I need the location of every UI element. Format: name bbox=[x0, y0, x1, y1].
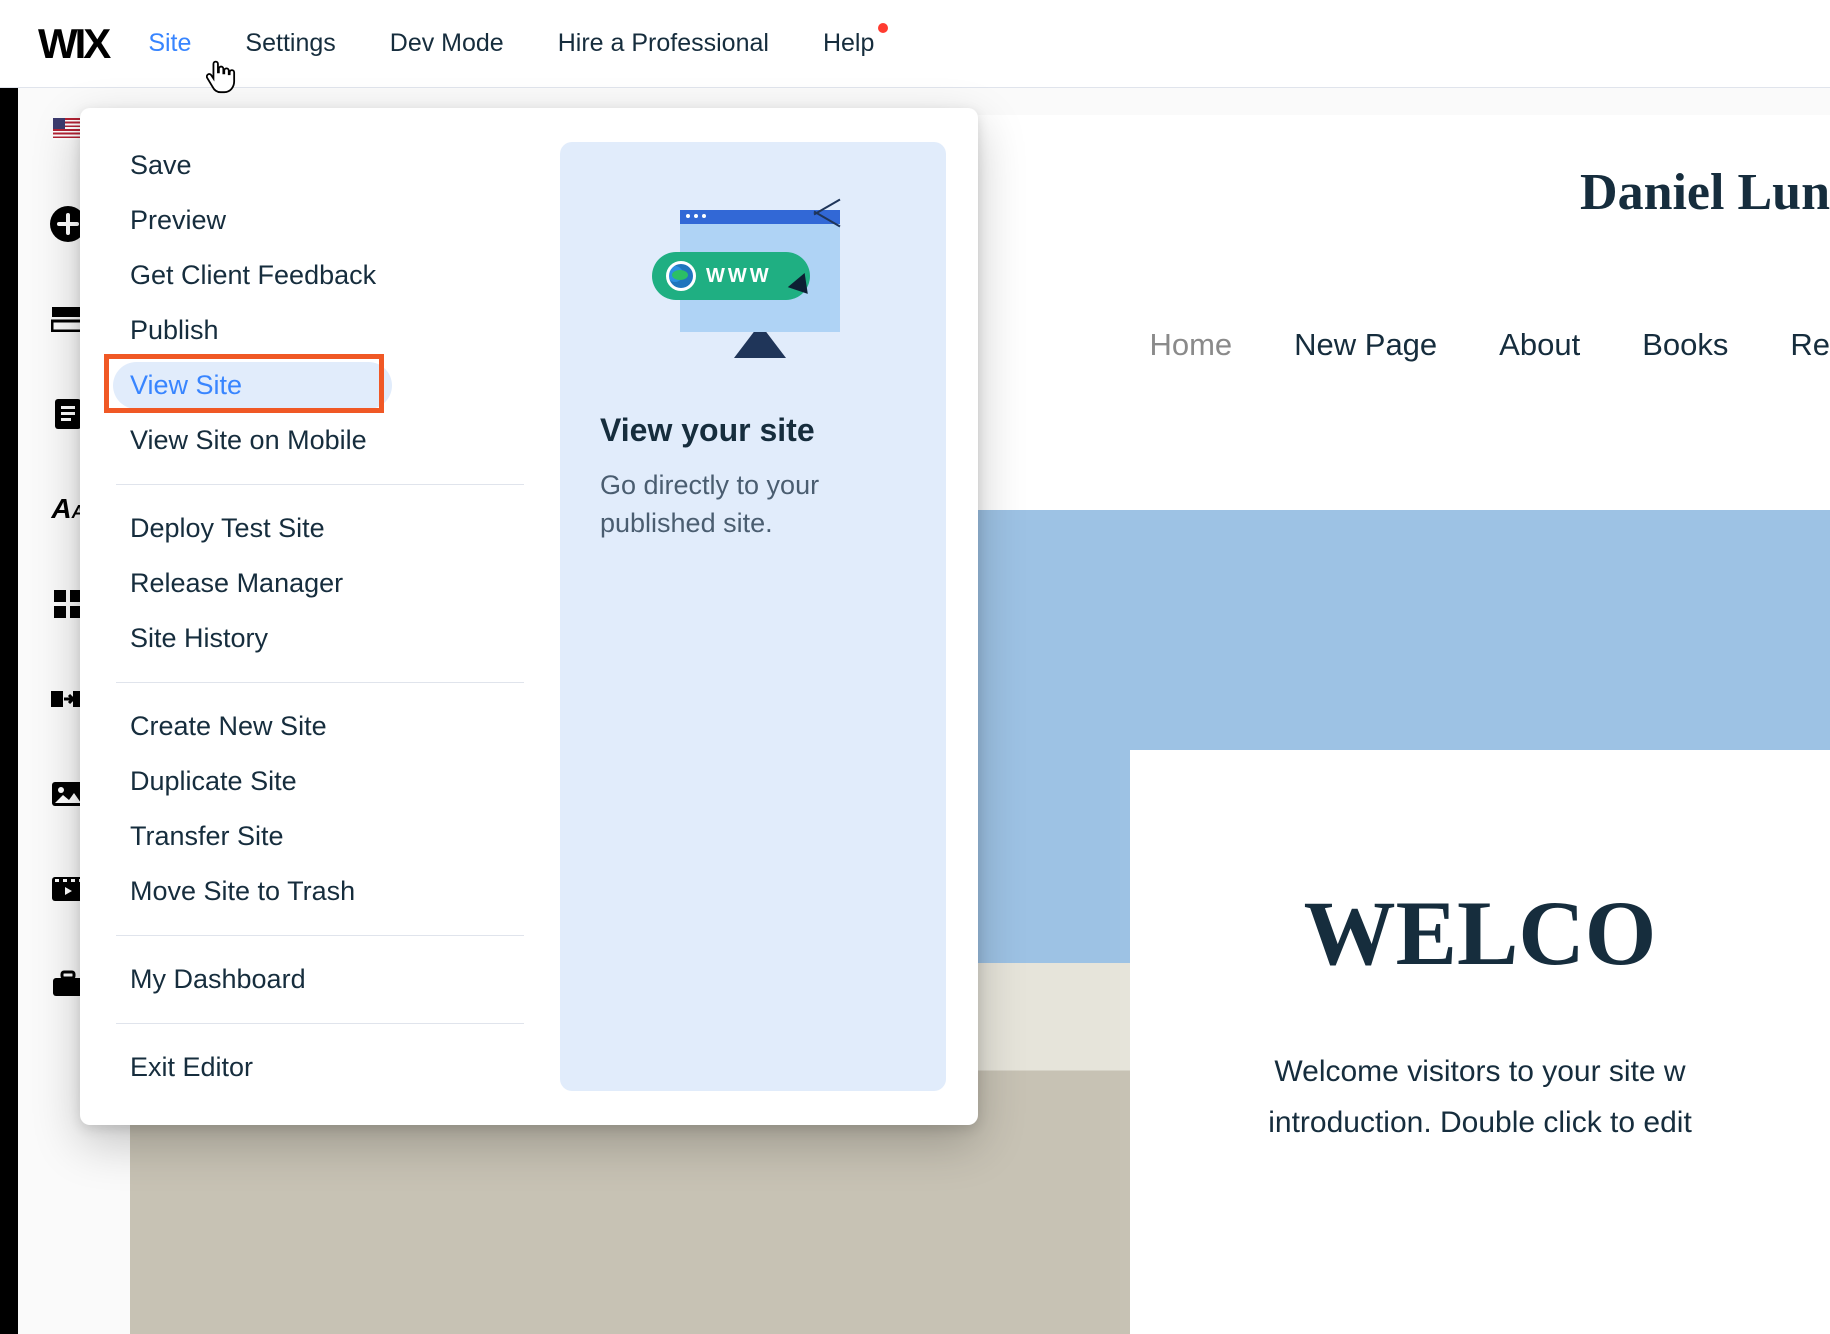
info-title: View your site bbox=[600, 412, 906, 449]
info-desc: Go directly to your published site. bbox=[600, 467, 906, 543]
menu-release-manager[interactable]: Release Manager bbox=[80, 556, 560, 611]
welcome-card[interactable]: WELCO Welcome visitors to your site w in… bbox=[1130, 750, 1830, 1334]
topnav-help-label: Help bbox=[823, 29, 874, 57]
menu-create-new[interactable]: Create New Site bbox=[80, 699, 560, 754]
topnav-devmode[interactable]: Dev Mode bbox=[390, 29, 504, 58]
menu-duplicate[interactable]: Duplicate Site bbox=[80, 754, 560, 809]
welcome-line2: introduction. Double click to edit bbox=[1190, 1097, 1770, 1148]
menu-publish[interactable]: Publish bbox=[80, 303, 560, 358]
menu-transfer[interactable]: Transfer Site bbox=[80, 809, 560, 864]
menu-deploy-test[interactable]: Deploy Test Site bbox=[80, 501, 560, 556]
wix-logo[interactable]: WIX bbox=[38, 20, 108, 68]
menu-get-feedback[interactable]: Get Client Feedback bbox=[80, 248, 560, 303]
site-title[interactable]: Daniel Lun bbox=[1580, 163, 1830, 222]
menu-divider bbox=[116, 484, 524, 485]
menu-divider bbox=[116, 1023, 524, 1024]
top-nav: Site Settings Dev Mode Hire a Profession… bbox=[148, 29, 874, 58]
menu-trash[interactable]: Move Site to Trash bbox=[80, 864, 560, 919]
welcome-line1: Welcome visitors to your site w bbox=[1190, 1046, 1770, 1097]
menu-view-site[interactable]: View Site bbox=[80, 358, 560, 413]
tutorial-highlight bbox=[104, 354, 384, 413]
site-nav-about[interactable]: About bbox=[1499, 327, 1580, 363]
notification-dot-icon bbox=[878, 23, 888, 33]
monitor-illustration: WWW bbox=[648, 192, 858, 362]
menu-save[interactable]: Save bbox=[80, 138, 560, 193]
menu-exit-editor[interactable]: Exit Editor bbox=[80, 1040, 560, 1095]
menu-info-panel: WWW View your site Go directly to your p… bbox=[560, 142, 946, 1091]
menu-site-history[interactable]: Site History bbox=[80, 611, 560, 666]
topnav-site[interactable]: Site bbox=[148, 29, 191, 58]
globe-icon bbox=[666, 261, 696, 291]
menu-divider bbox=[116, 682, 524, 683]
site-nav-re[interactable]: Re bbox=[1790, 327, 1830, 363]
menu-preview[interactable]: Preview bbox=[80, 193, 560, 248]
menu-dashboard[interactable]: My Dashboard bbox=[80, 952, 560, 1007]
site-dropdown: Save Preview Get Client Feedback Publish… bbox=[80, 108, 978, 1125]
top-bar: WIX Site Settings Dev Mode Hire a Profes… bbox=[0, 0, 1830, 88]
menu-divider bbox=[116, 935, 524, 936]
site-menu: Save Preview Get Client Feedback Publish… bbox=[80, 130, 560, 1103]
menu-view-mobile[interactable]: View Site on Mobile bbox=[80, 413, 560, 468]
topnav-help[interactable]: Help bbox=[823, 29, 874, 58]
welcome-heading: WELCO bbox=[1190, 880, 1770, 986]
www-label: WWW bbox=[706, 265, 772, 288]
site-nav-home[interactable]: Home bbox=[1149, 327, 1232, 363]
site-nav: Home New Page About Books Re bbox=[1149, 327, 1830, 363]
site-nav-newpage[interactable]: New Page bbox=[1294, 327, 1437, 363]
topnav-settings[interactable]: Settings bbox=[245, 29, 335, 58]
topnav-hire[interactable]: Hire a Professional bbox=[558, 29, 769, 58]
site-nav-books[interactable]: Books bbox=[1642, 327, 1728, 363]
left-edge-strip bbox=[0, 88, 18, 1334]
